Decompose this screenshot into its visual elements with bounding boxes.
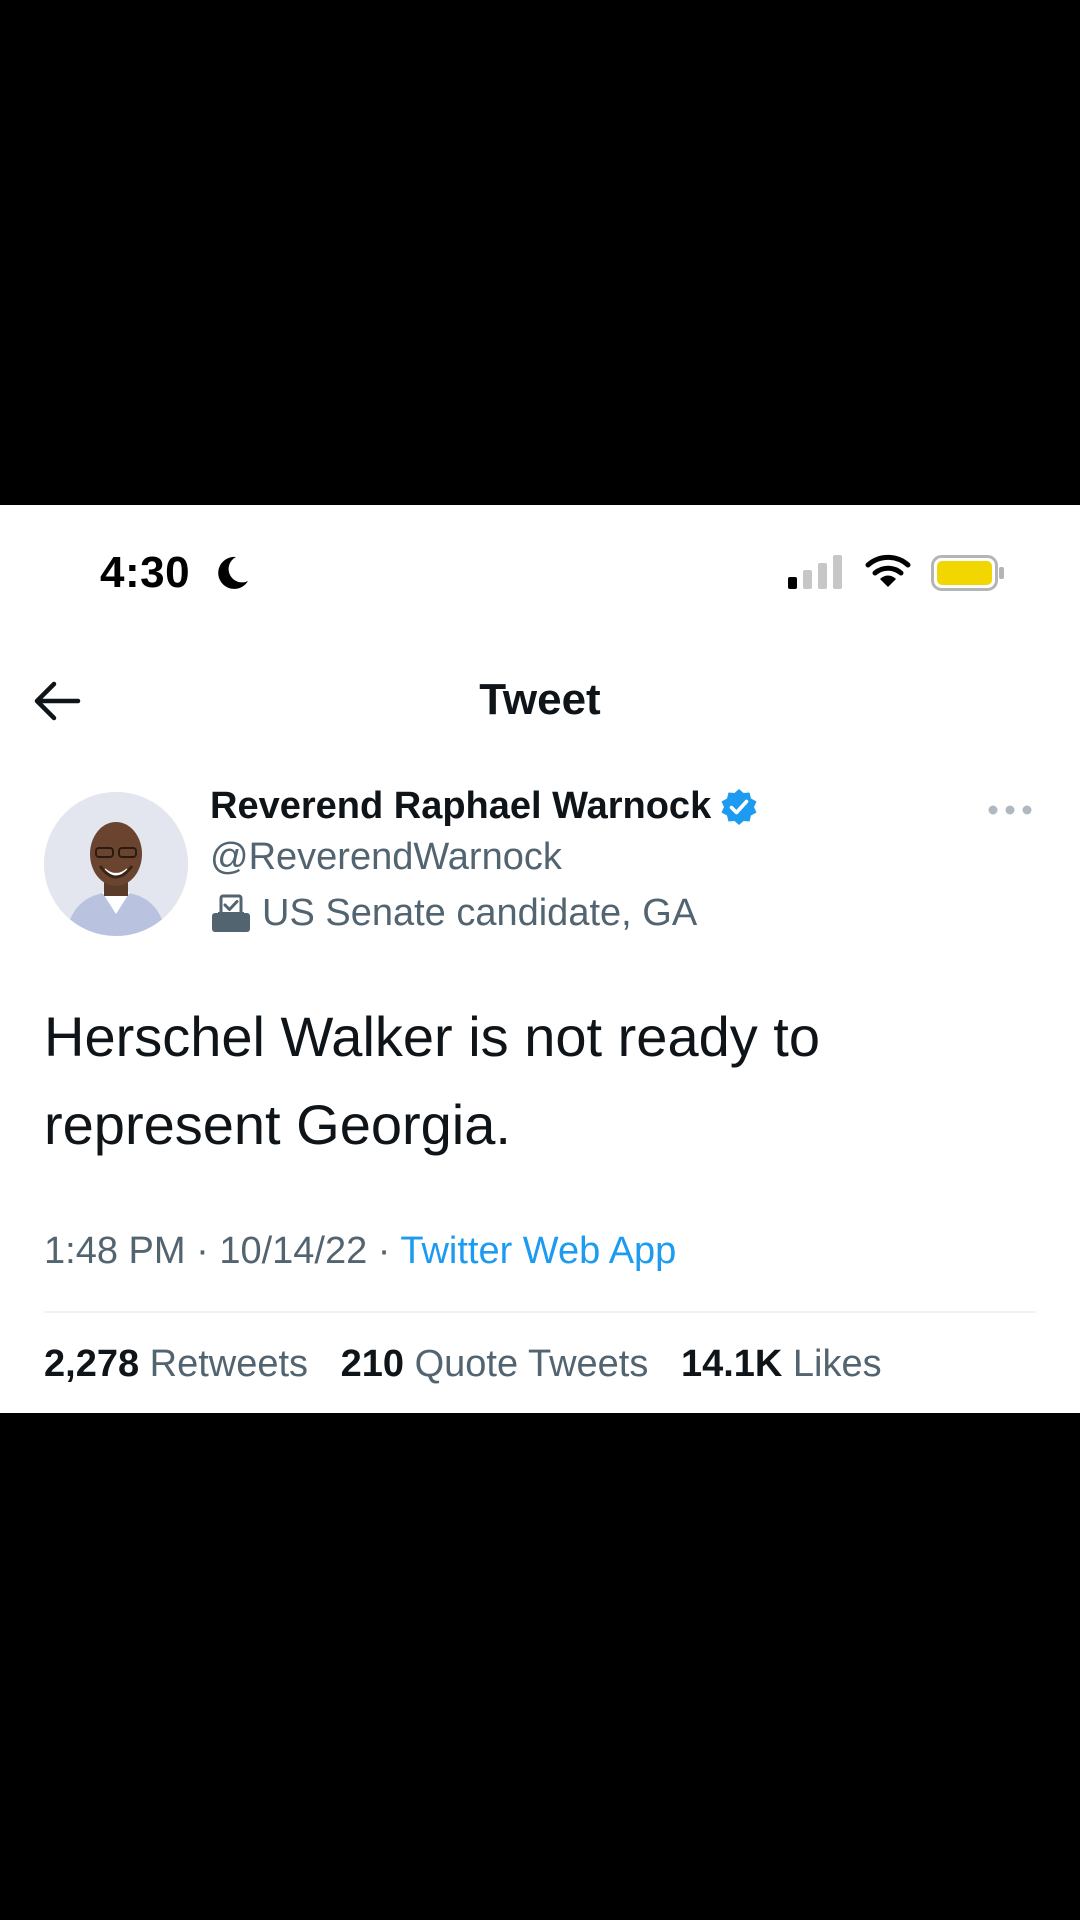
author-handle[interactable]: @ReverendWarnock xyxy=(210,836,562,879)
retweets-stat[interactable]: 2,278 Retweets xyxy=(44,1343,308,1385)
account-label: US Senate candidate, GA xyxy=(210,892,697,935)
moon-icon xyxy=(218,556,248,589)
tweet-time: 1:48 PM xyxy=(44,1230,186,1272)
avatar[interactable] xyxy=(44,792,188,936)
ballot-box-icon xyxy=(212,894,250,932)
tweet-screen: 4:30 Tweet Reverend Raphael Warnock @Rev… xyxy=(0,505,1080,1413)
quote-tweets-label: Quote Tweets xyxy=(414,1343,649,1385)
tweet-stats: 2,278 Retweets 210 Quote Tweets 14.1K Li… xyxy=(44,1343,904,1386)
cellular-signal-icon xyxy=(788,555,842,589)
verified-badge-icon xyxy=(721,788,757,825)
likes-label: Likes xyxy=(792,1343,882,1385)
divider xyxy=(44,1311,1036,1313)
author-name-row[interactable]: Reverend Raphael Warnock xyxy=(210,785,759,828)
tweet-source-link[interactable]: Twitter Web App xyxy=(400,1230,676,1272)
account-label-text: US Senate candidate, GA xyxy=(262,892,698,934)
quote-tweets-stat[interactable]: 210 Quote Tweets xyxy=(341,1343,649,1385)
tweet-meta: 1:48 PM · 10/14/22 · Twitter Web App xyxy=(44,1230,676,1273)
likes-count: 14.1K xyxy=(680,1343,783,1385)
quote-tweets-count: 210 xyxy=(340,1343,405,1385)
retweets-label: Retweets xyxy=(149,1343,309,1385)
tweet-text: Herschel Walker is not ready to represen… xyxy=(44,1005,820,1156)
meta-separator: · xyxy=(377,1230,391,1272)
meta-separator: · xyxy=(196,1230,209,1272)
wifi-icon xyxy=(865,554,911,587)
likes-stat[interactable]: 14.1K Likes xyxy=(681,1343,882,1385)
author-name[interactable]: Reverend Raphael Warnock xyxy=(210,785,711,828)
more-options-icon[interactable] xyxy=(986,803,1034,817)
battery-icon xyxy=(931,555,1004,591)
retweets-count: 2,278 xyxy=(44,1343,140,1385)
tweet-date: 10/14/22 xyxy=(219,1230,368,1272)
profile-photo xyxy=(44,792,188,936)
status-time: 4:30 xyxy=(100,548,191,597)
page-title: Tweet xyxy=(479,675,601,724)
